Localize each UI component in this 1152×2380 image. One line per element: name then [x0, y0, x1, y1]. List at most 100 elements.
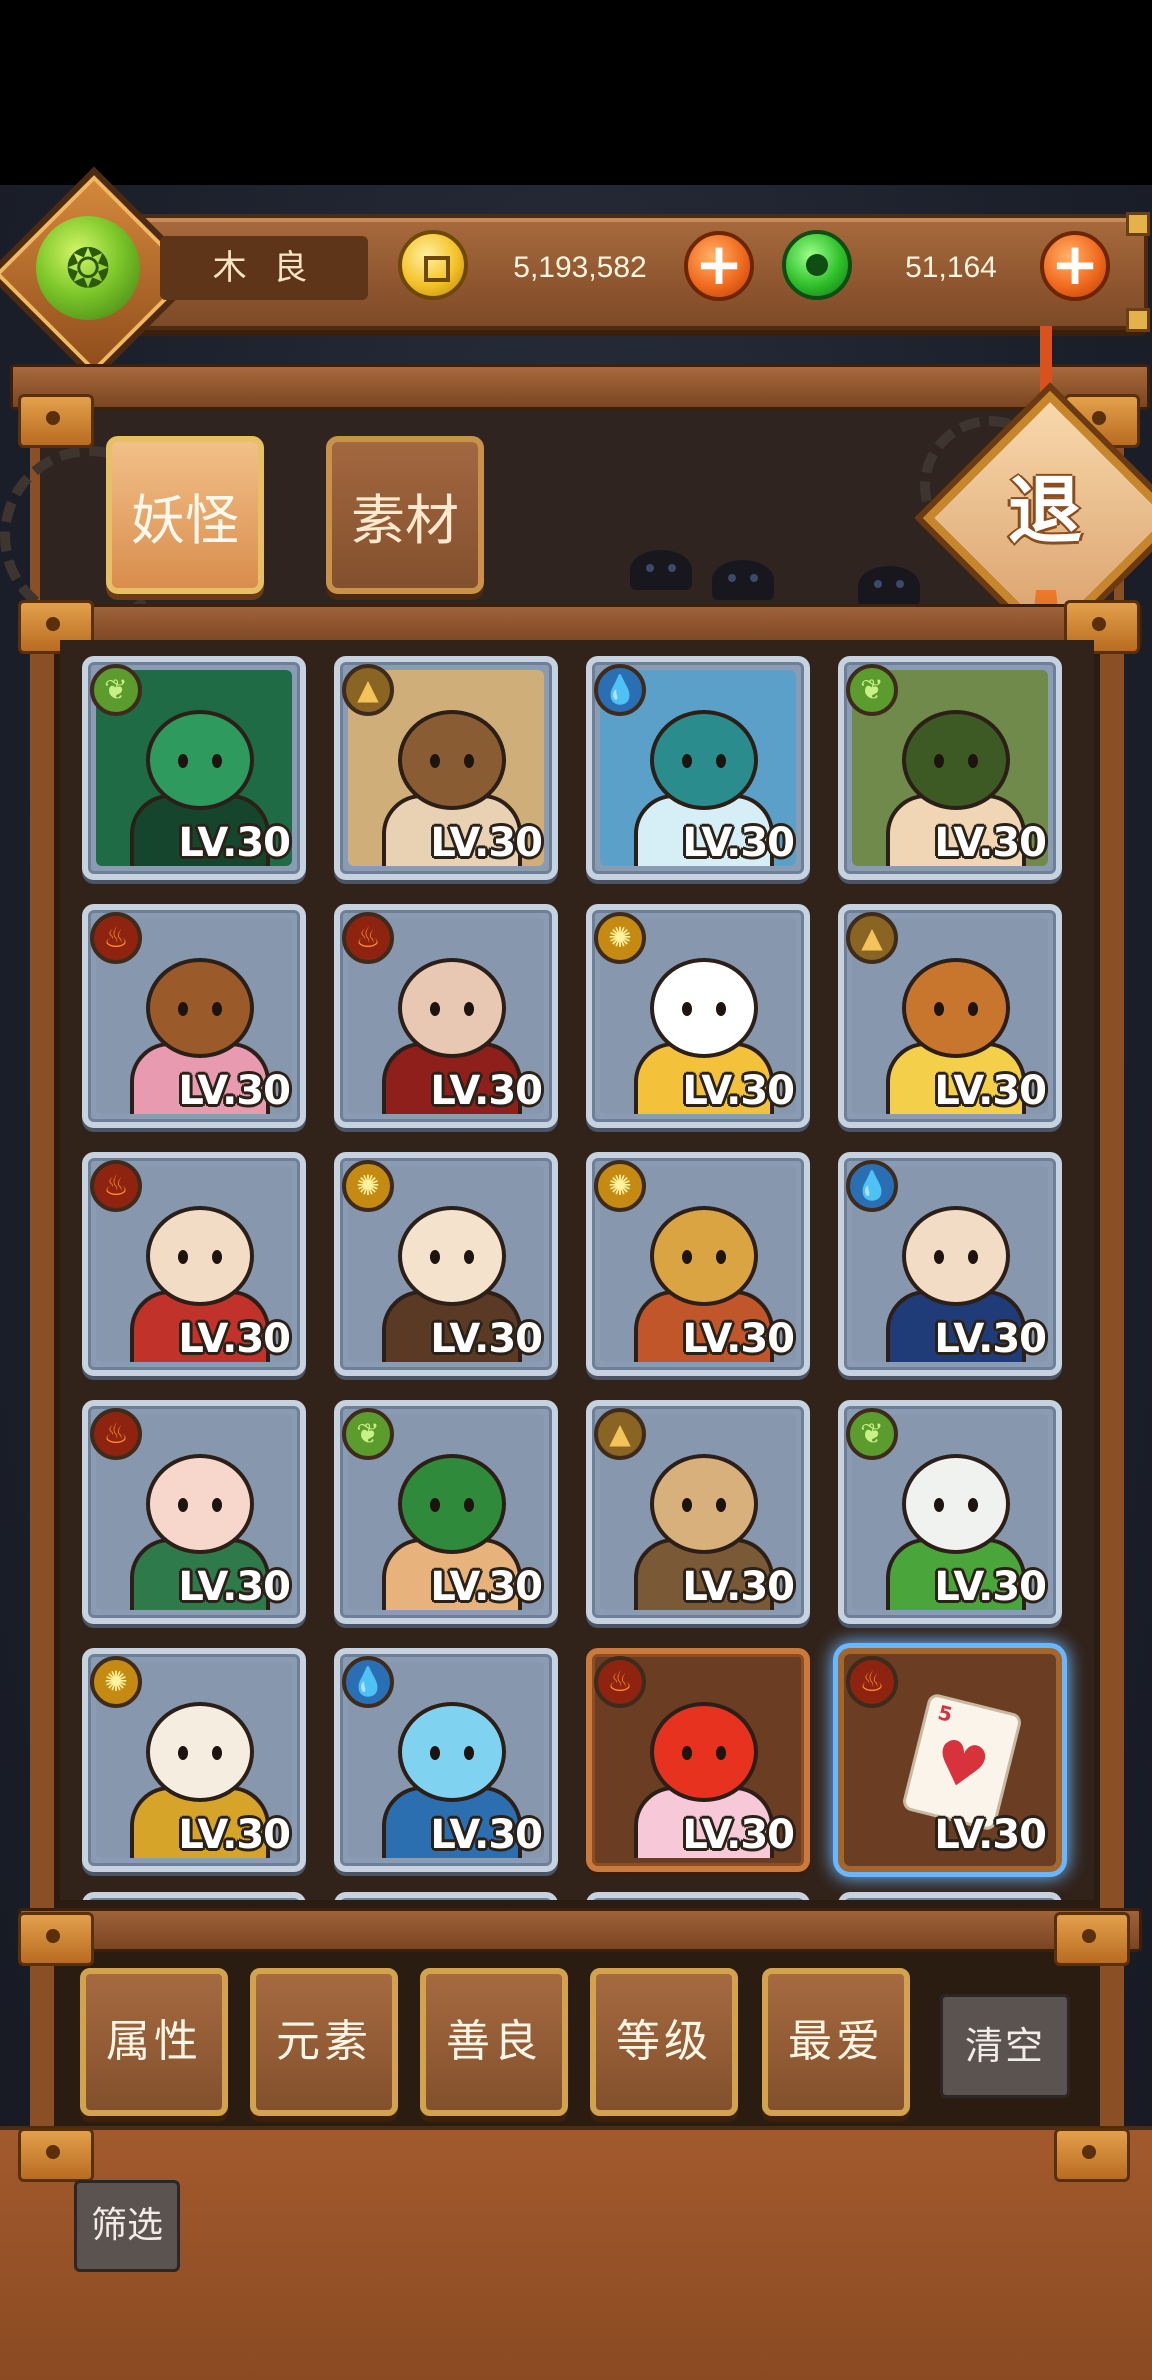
monster-head — [146, 1206, 254, 1306]
monster-silhouette — [630, 550, 692, 590]
monster-eye — [212, 754, 222, 768]
monster-eye — [178, 1002, 188, 1016]
monster-eye — [716, 1498, 726, 1512]
filter-kindness-button[interactable]: 善良 — [420, 1968, 568, 2116]
monster-eye — [178, 754, 188, 768]
monster-eye — [934, 1250, 944, 1264]
beam-bracket — [18, 1912, 94, 1966]
beam-bracket — [1054, 1912, 1130, 1966]
flame-icon: ♨ — [342, 912, 394, 964]
shelf-beam — [18, 1908, 1142, 1952]
tab-monsters[interactable]: 妖怪 — [106, 436, 264, 594]
beam-bracket — [1054, 2128, 1130, 2182]
monster-eye — [934, 754, 944, 768]
filter-level-button[interactable]: 等级 — [590, 1968, 738, 2116]
monster-card[interactable]: ▲ LV.30 — [334, 656, 558, 880]
monster-card[interactable]: ❦ LV.30 — [82, 656, 306, 880]
monster-eye — [682, 1002, 692, 1016]
water-drop-icon: 💧 — [342, 1656, 394, 1708]
monster-eye — [716, 1250, 726, 1264]
monster-head — [650, 1702, 758, 1802]
monster-head — [902, 1454, 1010, 1554]
exit-button-label[interactable]: 退 — [970, 446, 1120, 576]
water-drop-icon: 💧 — [594, 664, 646, 716]
flame-icon: ♨ — [594, 1656, 646, 1708]
monster-eye — [716, 1002, 726, 1016]
monster-level: LV.30 — [430, 1812, 543, 1858]
monster-level: LV.30 — [178, 820, 291, 866]
clear-filters-button[interactable]: 清空 — [940, 1994, 1070, 2098]
monster-card-partial[interactable] — [82, 1892, 306, 1900]
monster-head — [650, 1454, 758, 1554]
monster-head — [146, 1454, 254, 1554]
monster-card[interactable]: ✺ LV.30 — [586, 904, 810, 1128]
monster-eye — [968, 754, 978, 768]
monster-eye — [968, 1002, 978, 1016]
monster-card[interactable]: ♨ LV.30 — [82, 1400, 306, 1624]
sun-icon: ✺ — [90, 1656, 142, 1708]
monster-eye — [178, 1498, 188, 1512]
status-bar-area — [0, 0, 1152, 185]
monster-card[interactable]: ♨ LV.30 — [334, 904, 558, 1128]
monster-card[interactable]: ♨ LV.30 — [82, 904, 306, 1128]
jade-dragon-avatar-icon[interactable]: ❂ — [36, 216, 140, 320]
monster-card[interactable]: ❦ LV.30 — [838, 1400, 1062, 1624]
monster-head — [146, 958, 254, 1058]
monster-card[interactable]: ✺ LV.30 — [82, 1648, 306, 1872]
monster-eye — [212, 1746, 222, 1760]
monster-eye — [968, 1250, 978, 1264]
monster-card-partial[interactable] — [838, 1892, 1062, 1900]
monster-card-partial[interactable] — [586, 1892, 810, 1900]
monster-card-partial[interactable] — [334, 1892, 558, 1900]
monster-head — [650, 1206, 758, 1306]
monster-level: LV.30 — [682, 1316, 795, 1362]
monster-card[interactable]: ♨ LV.30 — [586, 1648, 810, 1872]
mountain-icon: ▲ — [342, 664, 394, 716]
monster-card[interactable]: ❦ LV.30 — [334, 1400, 558, 1624]
monster-level: LV.30 — [934, 1316, 1047, 1362]
filter-attribute-button[interactable]: 属性 — [80, 1968, 228, 2116]
monster-eye — [682, 754, 692, 768]
monster-card[interactable]: 💧 LV.30 — [838, 1152, 1062, 1376]
monster-card[interactable]: ✺ LV.30 — [586, 1152, 810, 1376]
monster-card[interactable]: ✺ LV.30 — [334, 1152, 558, 1376]
sun-icon: ✺ — [342, 1160, 394, 1212]
tab-materials[interactable]: 素材 — [326, 436, 484, 594]
screen-filter-button[interactable]: 筛选 — [74, 2180, 180, 2272]
monster-eye — [212, 1250, 222, 1264]
sun-icon: ✺ — [594, 1160, 646, 1212]
filter-favorite-button[interactable]: 最爱 — [762, 1968, 910, 2116]
monster-level: LV.30 — [934, 1068, 1047, 1114]
monster-card[interactable]: 💧 LV.30 — [334, 1648, 558, 1872]
add-jade-button[interactable]: + — [1040, 231, 1110, 301]
monster-level: LV.30 — [178, 1068, 291, 1114]
water-drop-icon: 💧 — [846, 1160, 898, 1212]
jade-gem-icon — [782, 230, 852, 300]
monster-level: LV.30 — [430, 820, 543, 866]
filter-element-button[interactable]: 元素 — [250, 1968, 398, 2116]
monster-head — [902, 1206, 1010, 1306]
monster-eye — [934, 1498, 944, 1512]
monster-card[interactable]: 💧 LV.30 — [586, 656, 810, 880]
gold-amount: 5,193,582 — [513, 251, 647, 284]
monster-level: LV.30 — [682, 820, 795, 866]
monster-eye — [968, 1498, 978, 1512]
monster-level: LV.30 — [430, 1316, 543, 1362]
monster-eye — [430, 1498, 440, 1512]
monster-card[interactable]: ♨ LV.30 — [838, 1648, 1062, 1872]
add-gold-button[interactable]: + — [684, 231, 754, 301]
monster-level: LV.30 — [934, 820, 1047, 866]
monster-head — [650, 958, 758, 1058]
monster-eye — [464, 1250, 474, 1264]
monster-card[interactable]: ❦ LV.30 — [838, 656, 1062, 880]
monster-level: LV.30 — [682, 1812, 795, 1858]
monster-head — [146, 1702, 254, 1802]
monster-grid[interactable]: ❦ LV.30 ▲ LV.30 💧 LV.30 ❦ LV.30 ♨ LV.30 ♨ LV.30 ✺ LV.… — [60, 640, 1094, 1900]
monster-card[interactable]: ♨ LV.30 — [82, 1152, 306, 1376]
monster-level: LV.30 — [430, 1068, 543, 1114]
monster-card[interactable]: ▲ LV.30 — [586, 1400, 810, 1624]
mountain-icon: ▲ — [846, 912, 898, 964]
monster-card[interactable]: ▲ LV.30 — [838, 904, 1062, 1128]
monster-eye — [212, 1498, 222, 1512]
monster-head — [902, 710, 1010, 810]
